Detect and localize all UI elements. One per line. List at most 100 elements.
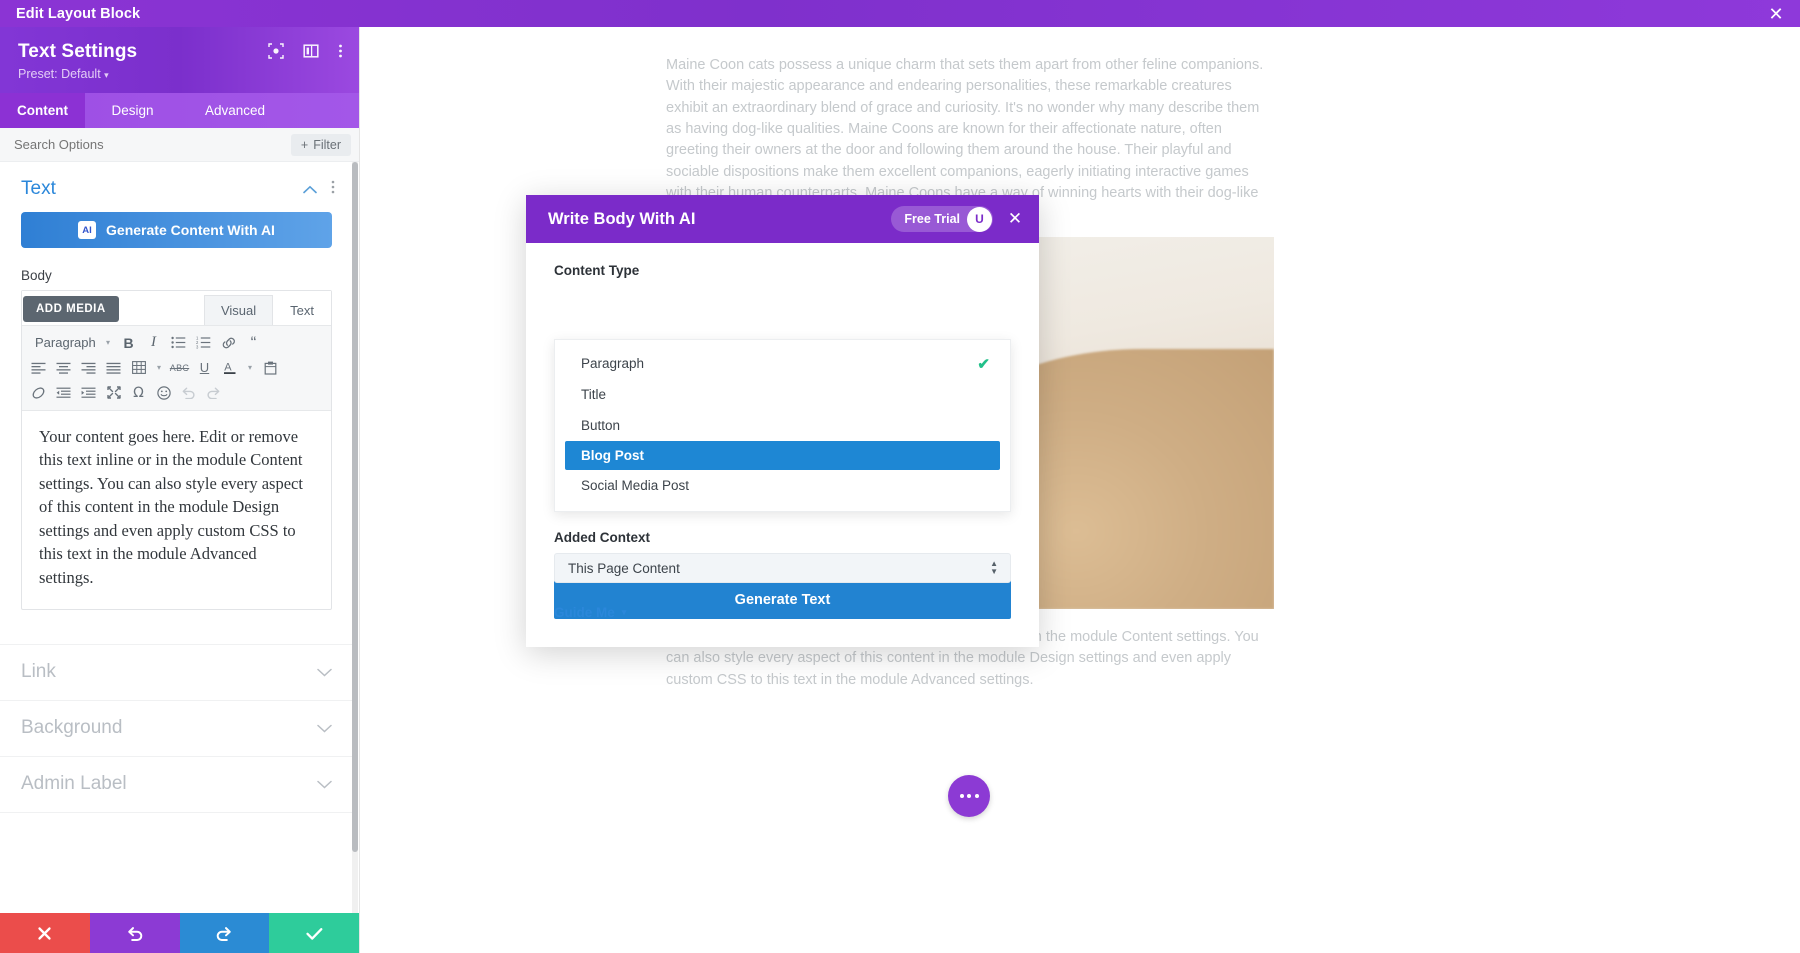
added-context-value: This Page Content <box>568 560 680 576</box>
avatar[interactable]: U <box>967 206 992 232</box>
paste-icon[interactable] <box>258 356 283 380</box>
check-icon: ✔ <box>977 355 990 373</box>
scrollbar-thumb[interactable] <box>352 162 358 852</box>
search-input[interactable] <box>14 137 214 152</box>
tab-advanced[interactable]: Advanced <box>180 93 290 128</box>
format-select-value: Paragraph <box>35 335 96 350</box>
panel-body: Text AI Generate Content With AI Body AD… <box>0 162 359 913</box>
editor-toolbar: Paragraph ▾ B I 123 “ ▾ ABC U A ▾ Ω <box>22 325 331 411</box>
dropdown-option-label: Title <box>581 387 607 402</box>
format-select[interactable]: Paragraph ▾ <box>26 331 116 355</box>
discard-button[interactable] <box>0 913 90 953</box>
undo-button[interactable] <box>89 913 180 953</box>
outdent-icon[interactable] <box>51 381 76 405</box>
dropdown-option-social-media-post[interactable]: Social Media Post <box>555 470 1010 501</box>
svg-text:A: A <box>224 362 232 374</box>
close-icon[interactable]: ✕ <box>1766 4 1786 24</box>
indent-icon[interactable] <box>76 381 101 405</box>
align-right-icon[interactable] <box>76 356 101 380</box>
vertical-dots-icon[interactable] <box>338 43 343 59</box>
accordion-label: Link <box>21 661 56 683</box>
tab-visual[interactable]: Visual <box>203 295 274 325</box>
italic-icon[interactable]: I <box>141 331 166 355</box>
filter-button[interactable]: + Filter <box>290 133 351 156</box>
accordion-label: Background <box>21 717 123 739</box>
panel-scrollbar[interactable] <box>352 162 358 913</box>
accordion-background[interactable]: Background <box>0 699 353 756</box>
generate-content-with-ai-button[interactable]: AI Generate Content With AI <box>21 212 332 248</box>
ellipsis-icon <box>959 794 979 798</box>
emoji-icon[interactable] <box>151 381 176 405</box>
panel-header: Text Settings Preset: Default ▾ <box>0 27 359 93</box>
save-button[interactable] <box>269 913 359 953</box>
text-color-icon[interactable]: A <box>217 356 242 380</box>
tab-text[interactable]: Text <box>273 295 331 325</box>
more-options-button[interactable] <box>948 775 990 817</box>
text-color-caret-icon[interactable]: ▾ <box>242 356 258 380</box>
dialog-body: Content Type Paragraph ✔ Title Button Bl… <box>526 243 1039 620</box>
bulleted-list-icon[interactable] <box>166 331 191 355</box>
table-icon[interactable] <box>126 356 151 380</box>
fullscreen-icon[interactable] <box>101 381 126 405</box>
clear-formatting-icon[interactable] <box>26 381 51 405</box>
app-root: Edit Layout Block ✕ Text Settings Preset… <box>0 0 1800 953</box>
dialog-header: Write Body With AI Free Trial U ✕ <box>526 195 1039 243</box>
section-title: Text <box>21 178 56 199</box>
undo-icon[interactable] <box>176 381 201 405</box>
accordion-label: Admin Label <box>21 773 127 795</box>
panel-header-icons <box>268 43 343 59</box>
dropdown-option-title[interactable]: Title <box>555 379 1010 410</box>
align-justify-icon[interactable] <box>101 356 126 380</box>
dropdown-option-paragraph[interactable]: Paragraph ✔ <box>555 348 1010 379</box>
chevron-down-icon <box>317 720 332 736</box>
accordion-link[interactable]: Link <box>0 643 353 700</box>
generate-content-with-ai-label: Generate Content With AI <box>106 222 275 238</box>
redo-icon[interactable] <box>201 381 226 405</box>
editor-toolbar-row-1: Paragraph ▾ B I 123 “ <box>26 330 327 355</box>
align-left-icon[interactable] <box>26 356 51 380</box>
top-bar: Edit Layout Block ✕ <box>0 0 1800 27</box>
panel-scroll-area: Text AI Generate Content With AI Body AD… <box>0 162 353 913</box>
chevron-down-icon: ▾ <box>621 607 627 617</box>
align-center-icon[interactable] <box>51 356 76 380</box>
dropdown-option-blog-post[interactable]: Blog Post <box>565 441 1000 470</box>
preset-selector[interactable]: Preset: Default ▾ <box>18 67 341 81</box>
added-context-select[interactable]: This Page Content ▲ ▼ <box>554 553 1011 583</box>
tab-content[interactable]: Content <box>0 93 85 128</box>
target-icon[interactable] <box>268 43 284 59</box>
editor-toolbar-row-2: ▾ ABC U A ▾ <box>26 355 327 380</box>
stepper-arrows-icon: ▲ ▼ <box>990 559 998 576</box>
dropdown-option-label: Social Media Post <box>581 478 690 493</box>
dropdown-option-button[interactable]: Button <box>555 410 1010 441</box>
body-editor: ADD MEDIA Visual Text Paragraph ▾ B I 1 … <box>21 290 332 610</box>
editor-content[interactable]: Your content goes here. Edit or remove t… <box>22 411 331 609</box>
bold-icon[interactable]: B <box>116 331 141 355</box>
link-icon[interactable] <box>216 331 241 355</box>
editor-toolbar-row-3: Ω <box>26 380 327 405</box>
guide-me-label: Guide Me <box>554 605 615 620</box>
content-type-dropdown: Paragraph ✔ Title Button Blog Post Socia… <box>554 339 1011 512</box>
svg-text:3: 3 <box>196 345 199 349</box>
accordion-admin-label[interactable]: Admin Label <box>0 755 353 812</box>
free-trial-label: Free Trial <box>904 212 960 226</box>
section-text-header: Text <box>0 162 353 210</box>
special-character-icon[interactable]: Ω <box>126 381 151 405</box>
numbered-list-icon[interactable]: 123 <box>191 331 216 355</box>
guide-me-toggle[interactable]: Guide Me ▾ <box>554 605 626 620</box>
chevron-down-icon <box>317 664 332 680</box>
table-caret-icon[interactable]: ▾ <box>151 356 167 380</box>
blockquote-icon[interactable]: “ <box>241 331 266 355</box>
search-bar: + Filter <box>0 128 359 162</box>
underline-icon[interactable]: U <box>192 356 217 380</box>
add-media-button[interactable]: ADD MEDIA <box>23 296 119 322</box>
strikethrough-icon[interactable]: ABC <box>167 356 192 380</box>
chevron-down-icon: ▾ <box>105 338 110 347</box>
vertical-dots-icon[interactable] <box>331 180 335 199</box>
close-icon[interactable]: ✕ <box>1005 209 1025 229</box>
plus-icon: + <box>300 137 309 152</box>
tab-design[interactable]: Design <box>85 93 180 128</box>
layout-columns-icon[interactable] <box>303 43 319 59</box>
free-trial-badge[interactable]: Free Trial U <box>891 206 993 232</box>
redo-button[interactable] <box>179 913 270 953</box>
chevron-up-icon[interactable] <box>303 182 317 197</box>
